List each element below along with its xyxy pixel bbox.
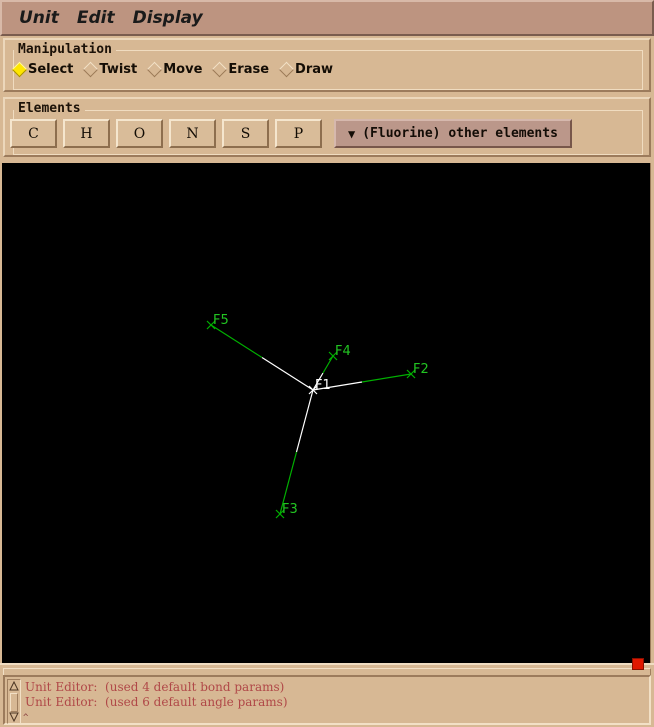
log-caret: ^ [23,713,29,723]
radio-label-move: Move [163,62,203,77]
molecule-drawing[interactable]: F1 F2 F3 F4 F5 [2,163,651,663]
log-line: Unit Editor: (used 6 default angle param… [25,695,288,709]
status-indicator-light [632,658,644,670]
atom-label-F4: F4 [335,344,351,359]
atom-label-F3: F3 [282,502,298,517]
log-message-area: Unit Editor: (used 4 default bond params… [3,675,651,725]
bond-layer [210,324,412,515]
radio-option-draw[interactable]: Draw [278,61,334,78]
atom-F3[interactable]: F3 [275,502,298,519]
atom-F5[interactable]: F5 [206,313,229,330]
molecule-canvas[interactable]: F1 F2 F3 F4 F5 [2,163,651,663]
radio-option-twist[interactable]: Twist [83,61,138,78]
menu-item-edit[interactable]: Edit [68,7,124,29]
manipulation-group-label: Manipulation [14,42,116,57]
bond-segment-F1-F5-outer[interactable] [210,324,263,359]
manipulation-radio-group: Select Twist Move Erase Draw [11,61,345,78]
atom-F2[interactable]: F2 [406,362,429,379]
element-button-p[interactable]: P [275,119,322,148]
menu-item-unit[interactable]: Unit [10,7,68,29]
bond-segment-F1-F4-outer[interactable] [322,355,334,374]
scroll-up-arrow-icon[interactable] [9,681,19,691]
menu-bar: Unit Edit Display [0,0,654,36]
radio-label-select: Select [28,62,74,77]
other-elements-label: (Fluorine) other elements [362,126,558,141]
down-triangle-icon: ▼ [348,126,356,141]
bond-segment-F1-F5-inner[interactable] [261,356,314,391]
radio-diamond-icon-select[interactable] [11,61,28,78]
radio-diamond-icon-twist[interactable] [83,61,99,78]
other-elements-dropdown[interactable]: ▼ (Fluorine) other elements [334,119,572,148]
unit-editor-window: Unit Edit Display Manipulation Select Tw… [0,0,654,727]
atom-label-F5: F5 [213,313,229,328]
radio-diamond-icon-move[interactable] [146,61,163,78]
element-button-row: C H O N S P ▼ (Fluorine) other elements [10,119,572,148]
element-button-o[interactable]: O [116,119,163,148]
radio-label-draw: Draw [295,62,334,77]
radio-diamond-icon-draw[interactable] [278,61,295,78]
radio-label-erase: Erase [228,62,270,77]
radio-label-twist: Twist [99,62,138,77]
radio-option-select[interactable]: Select [11,61,74,78]
atom-label-F1: F1 [315,378,331,393]
menu-item-display[interactable]: Display [124,7,212,29]
atom-label-F2: F2 [413,362,429,377]
bond-segment-F1-F3-inner[interactable] [295,389,314,453]
element-button-s[interactable]: S [222,119,269,148]
element-button-h[interactable]: H [63,119,110,148]
elements-group-label: Elements [14,101,85,116]
element-button-c[interactable]: C [10,119,57,148]
log-lines: Unit Editor: (used 4 default bond params… [25,680,646,710]
log-scrollbar[interactable] [7,679,21,724]
scrollbar-thumb[interactable] [10,693,18,712]
radio-diamond-icon-erase[interactable] [212,61,228,78]
log-line: Unit Editor: (used 4 default bond params… [25,680,285,694]
radio-option-move[interactable]: Move [146,61,203,78]
radio-option-erase[interactable]: Erase [212,61,270,78]
bond-segment-F1-F2-outer[interactable] [361,373,412,383]
scroll-down-arrow-icon[interactable] [9,712,19,722]
element-button-n[interactable]: N [169,119,216,148]
